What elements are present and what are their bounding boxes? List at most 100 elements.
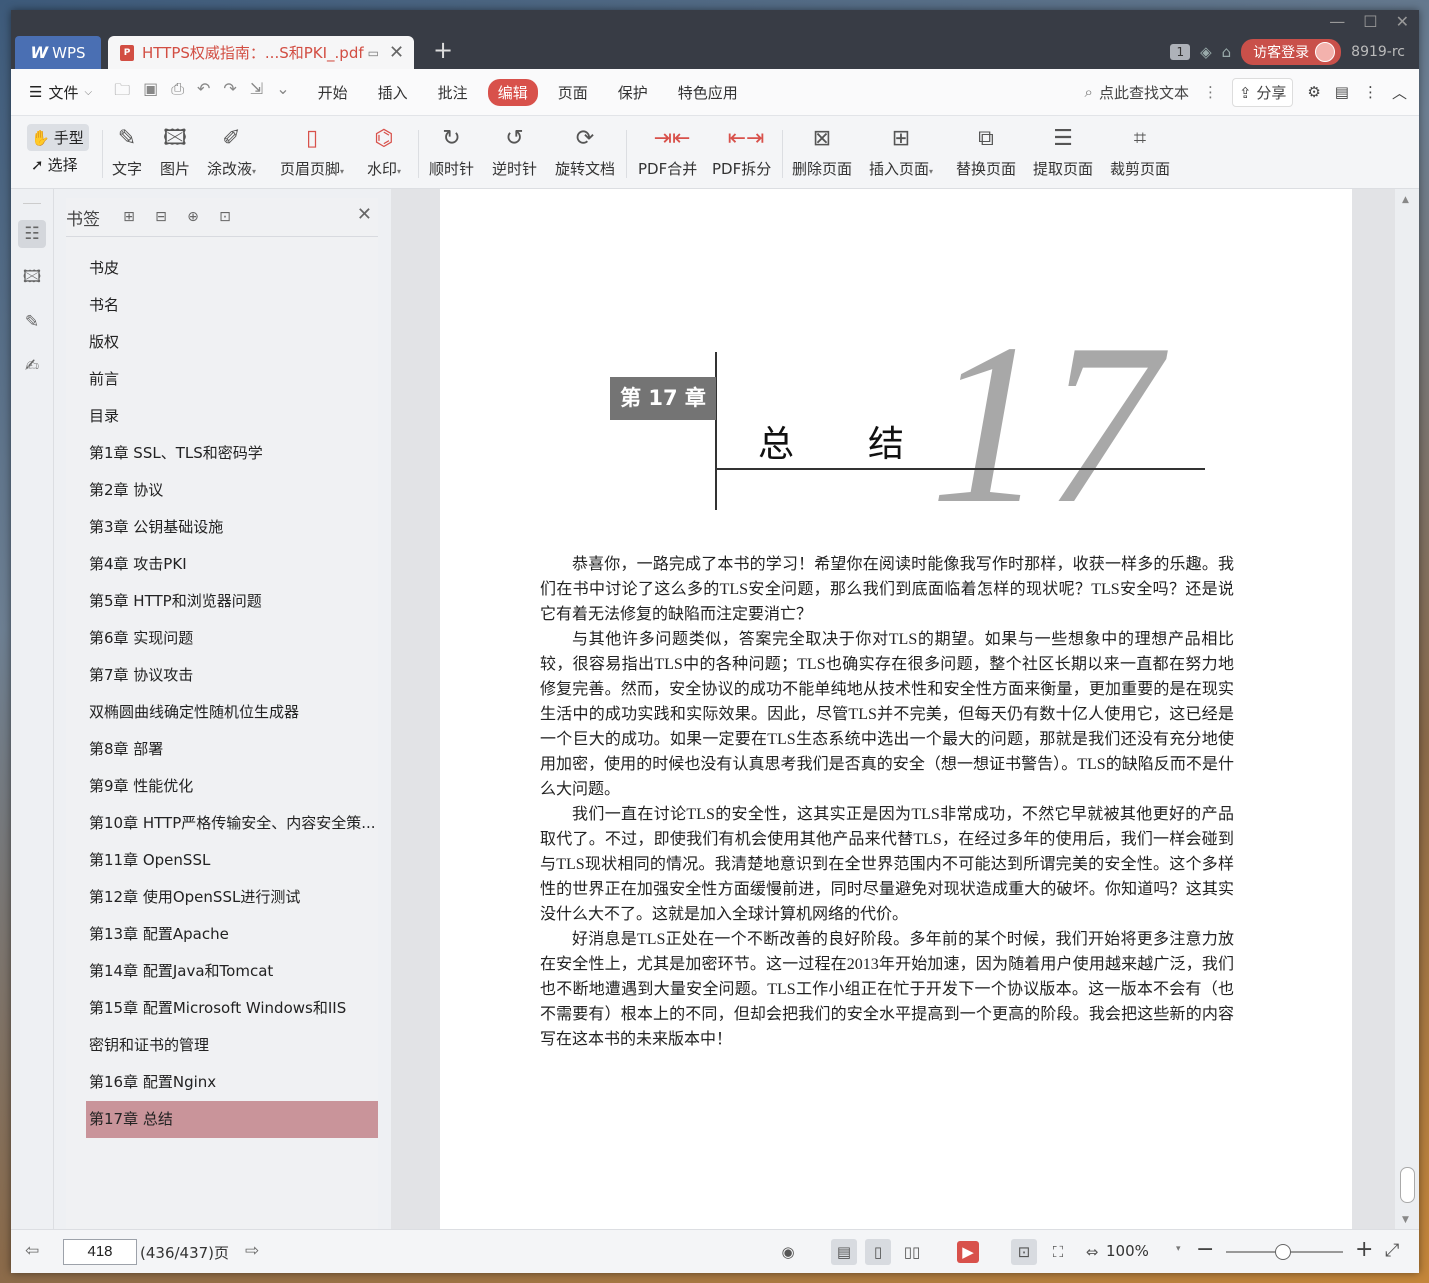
more-vertical-icon[interactable]: ⋮ (1203, 83, 1218, 101)
signature-panel-icon[interactable]: ✍ (18, 352, 46, 380)
page-number-input[interactable]: 418 (63, 1239, 137, 1265)
share-button[interactable]: ⇪ 分享 (1231, 77, 1294, 107)
bookmark-item[interactable]: 目录 (86, 398, 378, 435)
bookmark-item[interactable]: ▶第1章 SSL、TLS和密码学 (86, 435, 378, 472)
bookmark-item[interactable]: 书皮 (86, 250, 378, 287)
add-bookmark-icon[interactable]: ⊕ (182, 208, 204, 226)
bookmark-settings-icon[interactable]: ⊡ (214, 208, 236, 226)
bookmark-item[interactable]: ▶第4章 攻击PKI (86, 546, 378, 583)
shirt-icon[interactable]: ⌂ (1222, 43, 1232, 61)
bookmark-item[interactable]: 密钥和证书的管理 (86, 1027, 378, 1064)
bookmark-item[interactable]: 双椭圆曲线确定性随机位生成器 (86, 694, 378, 731)
more-dropdown-icon[interactable]: ⌄ (276, 79, 289, 106)
minimize-button[interactable]: — (1329, 12, 1345, 31)
next-page-icon[interactable]: ⇨ (245, 1241, 259, 1261)
fullscreen-icon[interactable]: ⤢ (1385, 1240, 1399, 1261)
document-tab[interactable]: P HTTPS权威指南：...S和PKI_.pdf ▭ ✕ (108, 36, 414, 69)
open-folder-icon[interactable]: 🗀 (114, 79, 130, 106)
collapse-all-icon[interactable]: ⊟ (150, 208, 172, 226)
actual-size-icon[interactable]: ⊡ (1011, 1239, 1037, 1265)
ribbon-replace-page-button[interactable]: ⧉ 替换页面 (956, 124, 1016, 179)
tab-special-apps[interactable]: 特色应用 (668, 79, 748, 106)
select-tool-button[interactable]: ➚ 选择 (27, 151, 89, 178)
bookmark-item[interactable]: ▶第13章 配置Apache (86, 916, 378, 953)
thumbnail-panel-icon[interactable]: 🖾 (18, 264, 46, 292)
tab-protect[interactable]: 保护 (608, 79, 658, 106)
tab-insert[interactable]: 插入 (368, 79, 418, 106)
bookmark-item[interactable]: ▶第10章 HTTP严格传输安全、内容安全策... (86, 805, 378, 842)
window-count-badge[interactable]: 1 (1170, 44, 1191, 60)
more-options-icon[interactable]: ⋮ (1363, 83, 1378, 101)
save-icon[interactable]: ▣ (143, 79, 158, 106)
ribbon-pdf-split-button[interactable]: ⇤⇥ PDF拆分 (712, 124, 771, 179)
collapse-ribbon-icon[interactable]: ︿ (1392, 82, 1407, 103)
undo-icon[interactable]: ↶ (197, 79, 210, 106)
vertical-scrollbar[interactable]: ▲ ▼ (1395, 189, 1419, 1229)
bookmark-item[interactable]: ▶第6章 实现问题 (86, 620, 378, 657)
tab-annotate[interactable]: 批注 (428, 79, 478, 106)
bookmark-item[interactable]: 书名 (86, 287, 378, 324)
ribbon-rotate-doc-button[interactable]: ⟳ 旋转文档 (555, 124, 615, 179)
hand-tool-button[interactable]: ✋ 手型 (27, 124, 89, 151)
bookmark-item[interactable]: 前言 (86, 361, 378, 398)
tab-edit[interactable]: 编辑 (487, 78, 538, 106)
zoom-dropdown-icon[interactable]: ▾ (1176, 1244, 1181, 1254)
zoom-slider-thumb[interactable] (1275, 1244, 1291, 1260)
redo-icon[interactable]: ↷ (223, 79, 236, 106)
scroll-down-icon[interactable]: ▼ (1402, 1215, 1409, 1225)
ribbon-header-footer-button[interactable]: ▯ 页眉页脚▾ (280, 124, 344, 179)
fit-page-icon[interactable]: ⛶ (1045, 1239, 1071, 1265)
close-window-button[interactable]: ✕ (1396, 12, 1409, 31)
play-slideshow-icon[interactable]: ▶ (957, 1241, 979, 1263)
ribbon-extract-page-button[interactable]: ☰ 提取页面 (1033, 124, 1093, 179)
single-page-icon[interactable]: ▯ (865, 1239, 891, 1265)
print-icon[interactable]: ⎙ (171, 79, 184, 106)
ribbon-image-button[interactable]: 🖾 图片 (160, 124, 190, 179)
visitor-login-button[interactable]: 访客登录 (1241, 39, 1342, 65)
bookmark-item[interactable]: ▶第14章 配置Java和Tomcat (86, 953, 378, 990)
maximize-button[interactable]: ☐ (1363, 12, 1377, 31)
zoom-out-icon[interactable]: − (1196, 1237, 1214, 1262)
eye-protection-icon[interactable]: ◉ (775, 1239, 801, 1265)
ribbon-pdf-merge-button[interactable]: ⇥⇤ PDF合并 (638, 124, 697, 179)
ribbon-insert-page-button[interactable]: ⊞ 插入页面▾ (869, 124, 933, 179)
scrollbar-thumb[interactable] (1400, 1167, 1415, 1203)
previous-page-icon[interactable]: ⇦ (25, 1241, 39, 1261)
skin-icon[interactable]: ◈ (1200, 43, 1212, 61)
document-viewport[interactable]: 17 第 17 章 总结 恭喜你，一路完成了本书的学习！希望你在阅读时能像我写作… (391, 189, 1406, 1229)
bookmark-item[interactable]: ▶第15章 配置Microsoft Windows和IIS (86, 990, 378, 1027)
tab-page[interactable]: 页面 (548, 79, 598, 106)
comment-icon[interactable]: ▤ (1335, 83, 1349, 101)
continuous-view-icon[interactable]: ▤ (831, 1239, 857, 1265)
monitor-icon[interactable]: ▭ (368, 46, 379, 60)
ribbon-watermark-button[interactable]: ⌬ 水印▾ (367, 124, 401, 179)
scroll-up-icon[interactable]: ▲ (1402, 195, 1409, 205)
expand-all-icon[interactable]: ⊞ (118, 208, 140, 226)
bookmark-item[interactable]: 第17章 总结 (86, 1101, 378, 1138)
bookmark-item[interactable]: ▶第9章 性能优化 (86, 768, 378, 805)
file-menu[interactable]: ☰ 文件 ⌵ (29, 82, 92, 103)
bookmark-panel-icon[interactable]: ☷ (18, 220, 46, 248)
bookmark-item[interactable]: ▶第3章 公钥基础设施 (86, 509, 378, 546)
bookmark-item[interactable]: ▶第5章 HTTP和浏览器问题 (86, 583, 378, 620)
annotation-panel-icon[interactable]: ✎ (18, 308, 46, 336)
new-tab-button[interactable]: + (433, 36, 453, 64)
bookmark-item[interactable]: ▶第11章 OpenSSL (86, 842, 378, 879)
ribbon-text-button[interactable]: ✎ 文字 (112, 124, 142, 179)
ribbon-correction-button[interactable]: ✐ 涂改液▾ (207, 124, 256, 179)
ribbon-rotate-cw-button[interactable]: ↻ 顺时针 (429, 124, 474, 179)
zoom-level[interactable]: 100% (1106, 1242, 1149, 1260)
dual-page-icon[interactable]: ▯▯ (899, 1239, 925, 1265)
bookmark-item[interactable]: ▶第16章 配置Nginx (86, 1064, 378, 1101)
close-tab-icon[interactable]: ✕ (389, 42, 404, 63)
bookmark-item[interactable]: ▶第7章 协议攻击 (86, 657, 378, 694)
bookmark-item[interactable]: 版权 (86, 324, 378, 361)
ribbon-delete-page-button[interactable]: ⊠ 删除页面 (792, 124, 852, 179)
bookmark-item[interactable]: ▶第2章 协议 (86, 472, 378, 509)
fit-width-icon[interactable]: ⇔ (1079, 1239, 1105, 1265)
find-text-box[interactable]: ⌕ 点此查找文本 (1085, 82, 1189, 103)
tab-start[interactable]: 开始 (308, 79, 358, 106)
ribbon-crop-page-button[interactable]: ⌗ 裁剪页面 (1110, 124, 1170, 179)
bookmark-item[interactable]: ▶第8章 部署 (86, 731, 378, 768)
ribbon-rotate-ccw-button[interactable]: ↺ 逆时针 (492, 124, 537, 179)
